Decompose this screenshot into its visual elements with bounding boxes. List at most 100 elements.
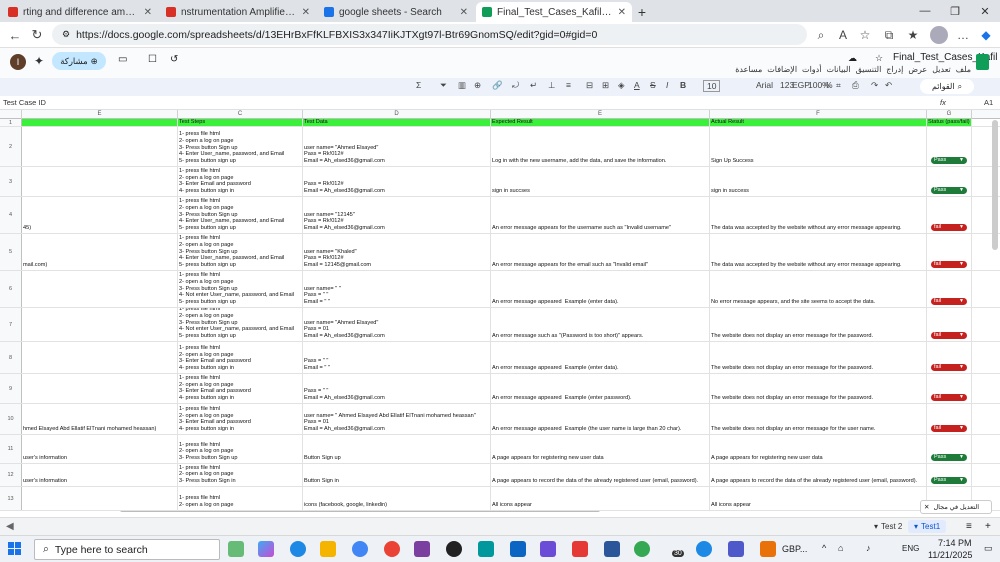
cell-data[interactable]: Pass = " " Email = " " — [303, 342, 491, 373]
row-number[interactable]: 10 — [0, 404, 22, 434]
browser-tab[interactable]: rting and difference amp محاضرة ✕ — [2, 2, 158, 22]
row-number[interactable]: 5 — [0, 234, 22, 270]
avatar[interactable]: I — [10, 54, 26, 70]
corner-cell[interactable] — [0, 110, 22, 119]
notification-icon[interactable]: ▭ — [984, 543, 993, 554]
cell-steps[interactable]: 1- press file html 2- open a log on page… — [178, 404, 303, 434]
browser-tab[interactable]: google sheets - Search ✕ — [318, 2, 474, 22]
tab-close-icon[interactable]: ✕ — [144, 7, 152, 18]
cell-steps[interactable]: 1- press file html 2- open a log on page… — [178, 374, 303, 403]
horizontal-scrollbar[interactable] — [120, 511, 600, 512]
site-info-icon[interactable]: ⚙ — [62, 29, 70, 40]
filter-icon[interactable]: ⏷ — [440, 80, 447, 91]
font-select[interactable]: Arial — [756, 80, 773, 90]
column-header[interactable]: D — [303, 110, 491, 119]
currency-format[interactable]: EGP — [792, 80, 810, 90]
favorite-star-icon[interactable]: ☆ — [856, 26, 874, 44]
wrap-icon[interactable]: ↵ — [530, 80, 537, 91]
cell-actual[interactable]: The data was accepted by the website wit… — [710, 197, 927, 233]
linkedin-icon[interactable] — [510, 541, 526, 557]
cell-steps[interactable]: 1- press file html 2- open a log on page… — [178, 234, 303, 270]
status-badge[interactable]: fail ▼ — [931, 394, 967, 401]
cell-expected[interactable]: An error message appeared Example (enter… — [491, 271, 710, 307]
arduino-icon[interactable] — [478, 541, 494, 557]
minimize-icon[interactable]: — — [910, 0, 940, 22]
paint-format-icon[interactable]: ⌗ — [836, 80, 841, 91]
copilot-taskbar-icon[interactable] — [258, 541, 274, 557]
cell-status[interactable]: fail ▼ — [927, 404, 972, 434]
bold-icon[interactable]: B — [680, 80, 686, 90]
menu-item[interactable]: إدراج — [886, 65, 903, 74]
menu-item[interactable]: تعديل — [932, 65, 951, 74]
cell-left[interactable]: hmed Elsayed Abd Ellatif ElTnani mohamed… — [22, 404, 178, 434]
cell-status[interactable]: fail ▼ — [927, 234, 972, 270]
merge-icon[interactable]: ⊟ — [586, 80, 593, 91]
cell-actual[interactable]: Sign Up Success — [710, 127, 927, 166]
spreadsheet-grid[interactable]: ECDEFG 1 Test Steps Test Data Expected Resu… — [0, 110, 1000, 512]
browser-tab[interactable]: nstrumentation Amplifier محاضرة ✕ — [160, 2, 316, 22]
cell-data[interactable]: Button Sign in — [303, 464, 491, 486]
status-badge[interactable]: Pass ▼ — [931, 454, 967, 461]
insert-comment-icon[interactable]: ⊕ — [474, 80, 481, 91]
cell-expected[interactable]: An error message appeared Example (enter… — [491, 342, 710, 373]
cell-left[interactable] — [22, 487, 178, 510]
cell-status[interactable]: Pass ▼ — [927, 464, 972, 486]
file-explorer-icon[interactable] — [320, 541, 336, 557]
cell-left[interactable] — [22, 342, 178, 373]
row-number[interactable]: 12 — [0, 464, 22, 486]
cell-status[interactable]: Pass ▼ — [927, 435, 972, 463]
name-box[interactable]: A1 — [984, 98, 993, 107]
close-popup-icon[interactable]: ✕ — [924, 503, 929, 511]
functions-icon[interactable]: Σ — [416, 80, 421, 90]
add-sheet-icon[interactable]: + — [985, 521, 991, 532]
cell-steps[interactable]: 1- press file html 2- open a log on page… — [178, 308, 303, 341]
cell-left[interactable] — [22, 271, 178, 307]
word-icon[interactable] — [604, 541, 620, 557]
cell-status[interactable]: fail ▼ — [927, 197, 972, 233]
sheet-tab-test2[interactable]: ▾ Test 2 — [868, 520, 908, 533]
volume-icon[interactable]: ♪ — [866, 543, 871, 553]
cell-data[interactable]: Button Sign up — [303, 435, 491, 463]
cell-left[interactable]: user's information — [22, 464, 178, 486]
cell-steps[interactable]: 1- press file html 2- open a log on page… — [178, 127, 303, 166]
cell-left[interactable] — [22, 308, 178, 341]
header-cell[interactable]: Test Steps — [178, 119, 303, 126]
tray-chevron-icon[interactable]: ^ — [822, 543, 826, 553]
menu-item[interactable]: مساعدة — [735, 65, 762, 74]
chrome-active-icon[interactable] — [634, 541, 650, 557]
share-button[interactable]: مشاركة ⊕ — [52, 52, 106, 70]
borders-icon[interactable]: ⊞ — [602, 80, 609, 91]
font-size-field[interactable]: 10 — [703, 80, 721, 92]
column-header[interactable]: E — [22, 110, 178, 119]
cell-expected[interactable]: All icons appear — [491, 487, 710, 510]
status-badge[interactable]: fail ▼ — [931, 224, 967, 231]
fill-color-icon[interactable]: ◈ — [618, 80, 625, 91]
task-view-icon[interactable] — [228, 541, 244, 557]
cell-data[interactable]: user name= "Khaled" Pass = Rk!012# Email… — [303, 234, 491, 270]
more-menu-icon[interactable]: … — [954, 26, 972, 44]
app-icon[interactable] — [540, 541, 556, 557]
cell-data[interactable]: user name= " Ahmed Elsayed Abd Ellatif E… — [303, 404, 491, 434]
cell-steps[interactable]: 1- press file html 2- open a log on page… — [178, 464, 303, 486]
status-badge[interactable]: fail ▼ — [931, 425, 967, 432]
number-format[interactable]: 123 — [780, 80, 794, 90]
cell-actual[interactable]: sign in success — [710, 167, 927, 196]
status-badge[interactable]: fail ▼ — [931, 298, 967, 305]
cell-left[interactable]: user's information — [22, 435, 178, 463]
row-number[interactable]: 13 — [0, 487, 22, 510]
column-header[interactable]: G — [927, 110, 972, 119]
header-cell[interactable]: Actual Result — [710, 119, 927, 126]
menu-item[interactable]: ملف — [956, 65, 971, 74]
clock-time[interactable]: 7:14 PM — [938, 538, 972, 548]
clock-date[interactable]: 11/21/2025 — [928, 550, 972, 560]
star-icon[interactable]: ☆ — [875, 53, 883, 64]
row-number[interactable]: 7 — [0, 308, 22, 341]
chart-icon[interactable]: ▥ — [458, 80, 466, 91]
cell-steps[interactable]: 1- press file html 2- open a log on page… — [178, 167, 303, 196]
network-icon[interactable]: ⌂ — [838, 543, 843, 553]
valign-icon[interactable]: ⊥ — [548, 80, 555, 91]
status-badge[interactable]: fail ▼ — [931, 364, 967, 371]
row-number[interactable]: 4 — [0, 197, 22, 233]
strikethrough-icon[interactable]: S — [650, 80, 656, 90]
cell-status[interactable]: fail ▼ — [927, 308, 972, 341]
